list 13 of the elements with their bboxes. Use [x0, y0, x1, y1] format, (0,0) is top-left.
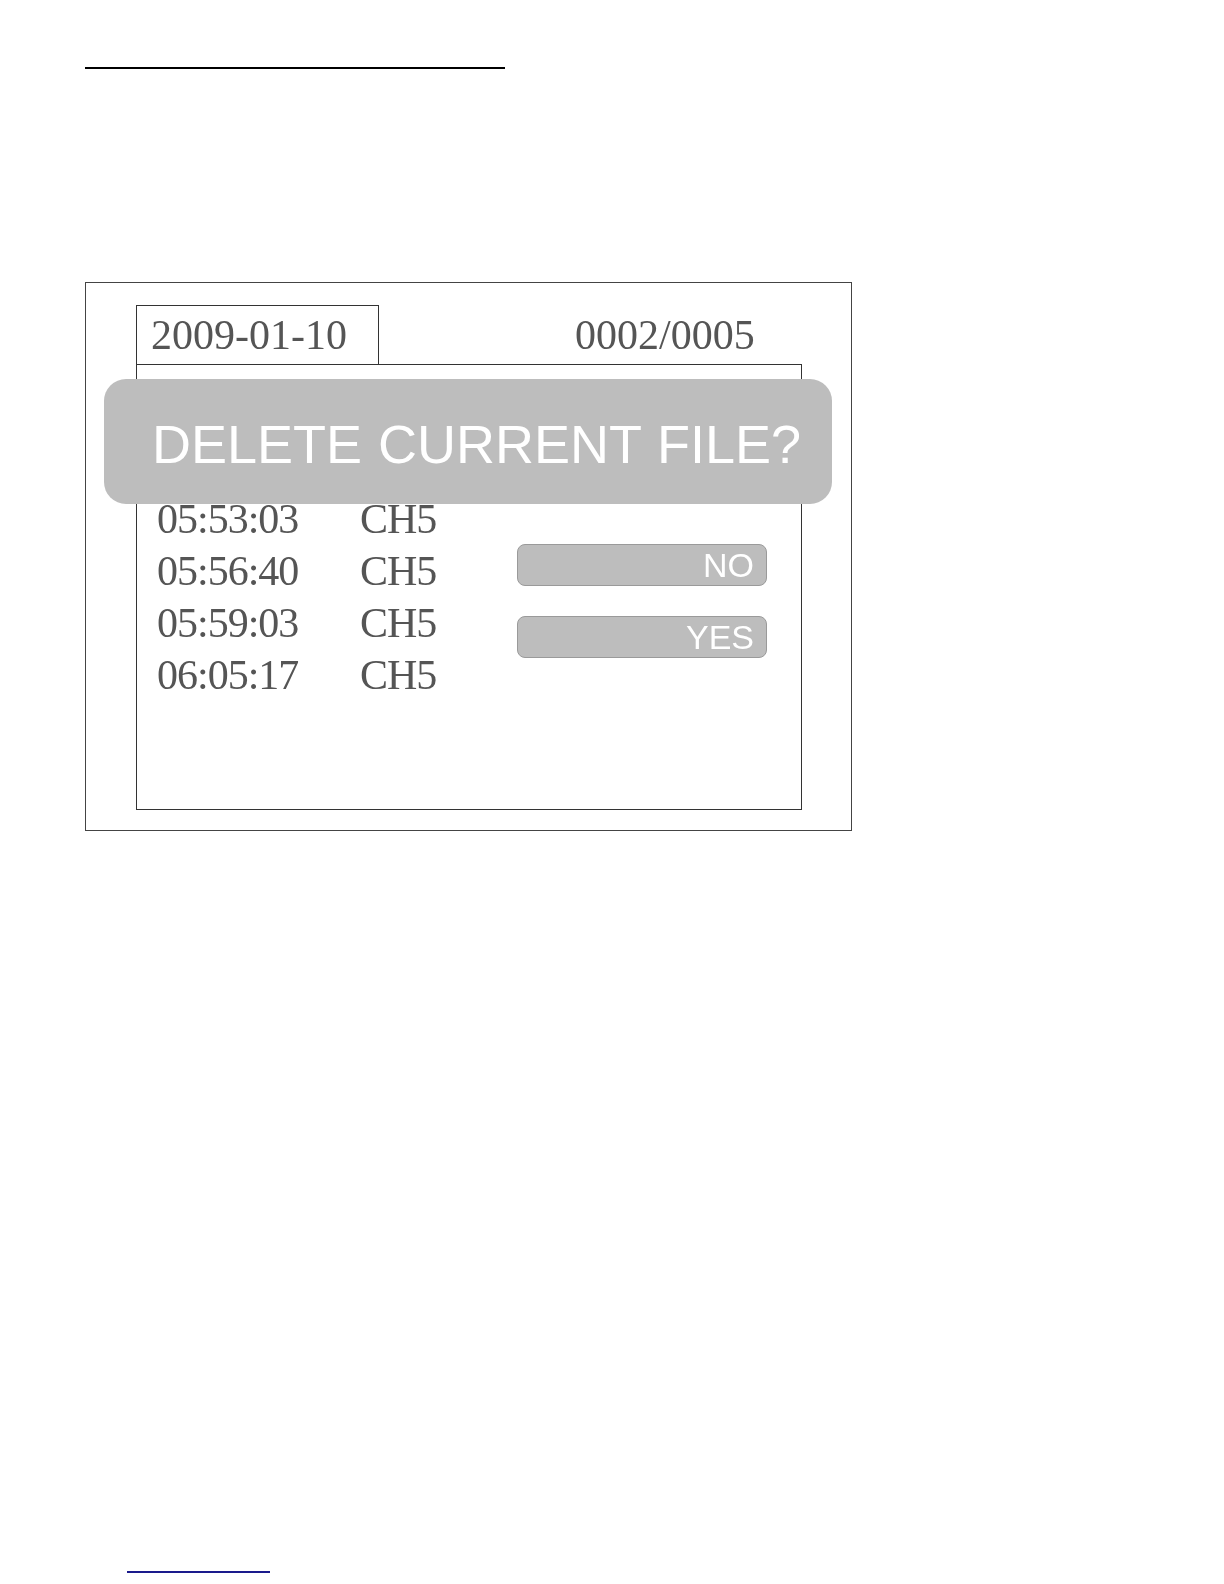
recording-channel: CH5	[360, 550, 437, 592]
recording-time: 06:05:17	[157, 654, 300, 696]
recording-time: 05:56:40	[157, 550, 300, 592]
recording-time: 05:59:03	[157, 602, 300, 644]
date-label: 2009-01-10	[151, 314, 347, 356]
recording-time: 05:53:03	[157, 498, 300, 540]
dialog-button[interactable]: YES	[517, 616, 767, 658]
recording-channel: CH5	[360, 654, 437, 696]
dialog-button[interactable]: NO	[517, 544, 767, 586]
recording-channel: CH5	[360, 498, 437, 540]
dialog-message: DELETE CURRENT FILE?	[152, 416, 802, 471]
recording-channel: CH5	[360, 602, 437, 644]
file-counter: 0002/0005	[575, 314, 755, 356]
